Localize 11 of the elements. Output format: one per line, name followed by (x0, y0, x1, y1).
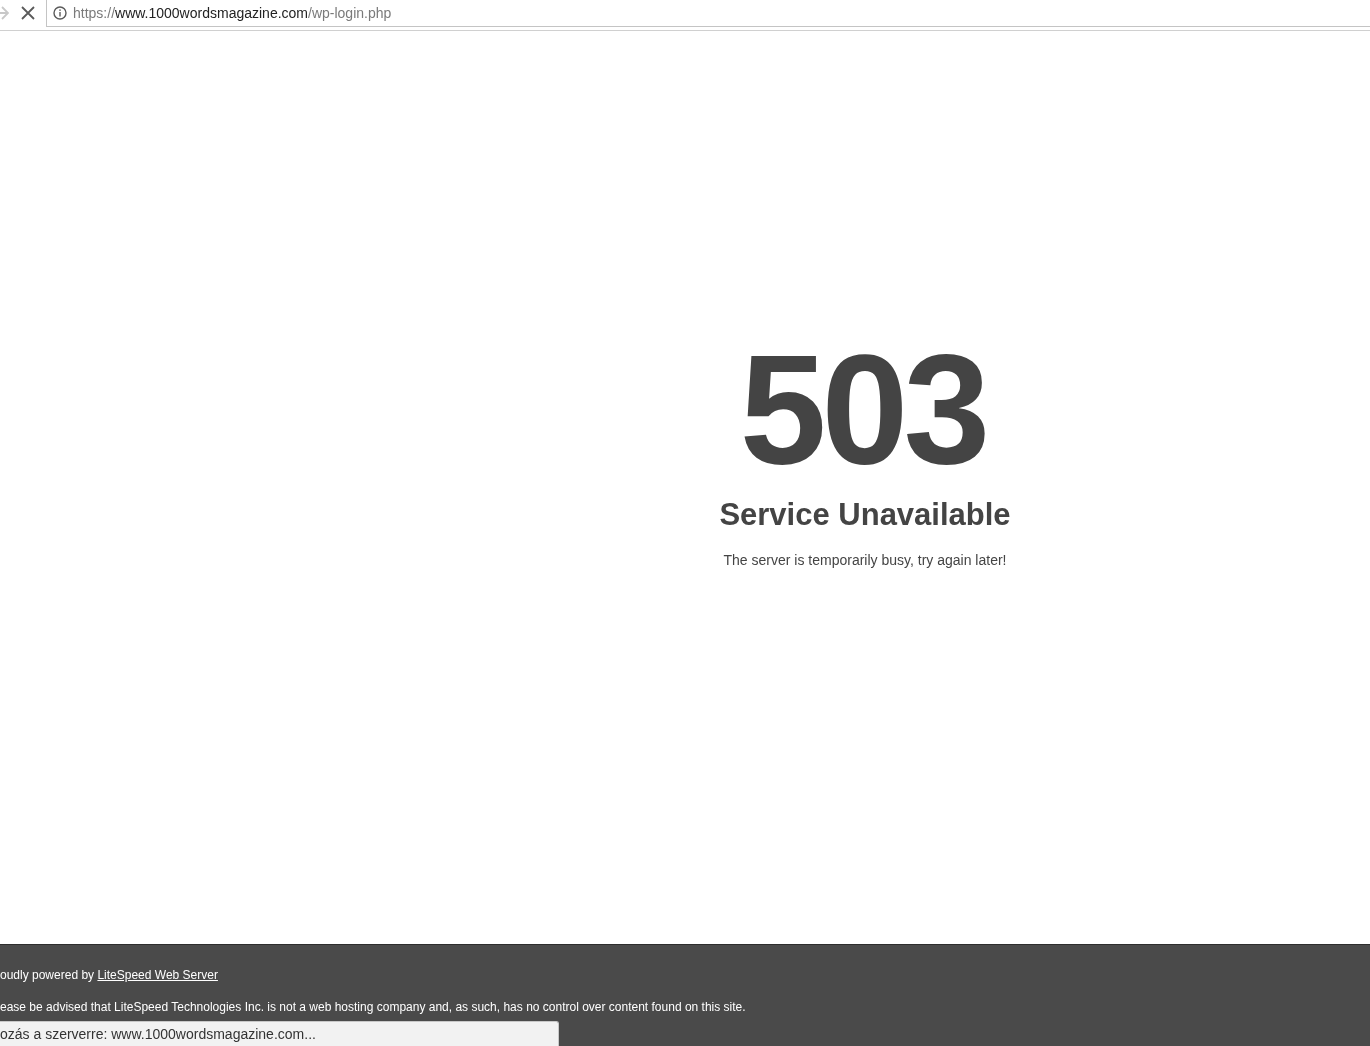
footer-credit: oudly powered by LiteSpeed Web Server (0, 968, 219, 982)
error-code: 503 (739, 331, 987, 487)
close-icon[interactable] (21, 6, 35, 20)
status-bubble: ozás a szerverre: www.1000wordsmagazine.com... (0, 1021, 559, 1046)
error-message: The server is temporarily busy, try again later! (723, 551, 1007, 570)
url-text[interactable]: https://www.1000wordsmagazine.com/wp-login.php (73, 4, 392, 21)
info-icon[interactable] (53, 5, 67, 20)
address-field[interactable]: https://www.1000wordsmagazine.com/wp-login.php (46, 0, 1370, 27)
litespeed-link[interactable]: LiteSpeed Web Server (97, 968, 218, 982)
footer-notice: ease be advised that LiteSpeed Technologies Inc. is not a web hosting company and, as such, has no control over content found on this site. (0, 1000, 747, 1014)
error-title: Service Unavailable (719, 496, 1011, 533)
